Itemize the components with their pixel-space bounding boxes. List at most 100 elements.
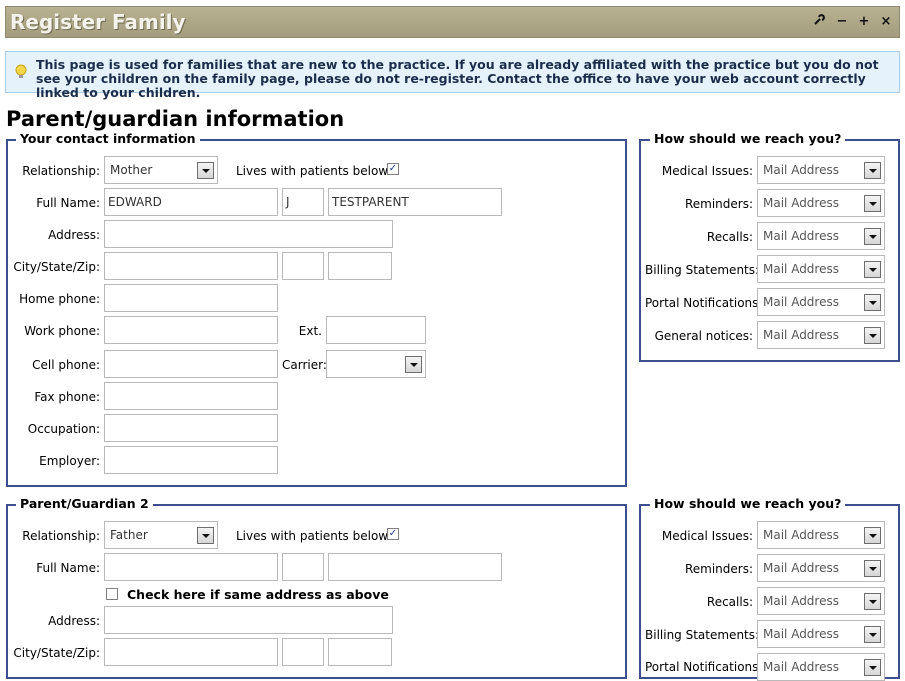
last-name-input-2[interactable] xyxy=(328,553,502,581)
recalls-select-2[interactable]: Mail Address xyxy=(757,587,885,615)
select-value: Mail Address xyxy=(763,262,839,276)
state-input-2[interactable] xyxy=(282,638,324,666)
first-name-input-2[interactable] xyxy=(104,553,278,581)
reach-label: General notices: xyxy=(654,329,753,343)
city-state-zip-label: City/State/Zip: xyxy=(13,260,100,274)
lives-with-label: Lives with patients below? xyxy=(236,164,395,178)
fax-phone-input[interactable] xyxy=(104,382,278,410)
chevron-down-icon[interactable] xyxy=(405,356,422,373)
chevron-down-icon[interactable] xyxy=(864,593,881,610)
reach-label: Recalls: xyxy=(706,230,753,244)
chevron-down-icon[interactable] xyxy=(864,195,881,212)
city-input-2[interactable] xyxy=(104,638,278,666)
employer-input[interactable] xyxy=(104,446,278,474)
ext-input[interactable] xyxy=(326,316,426,344)
chevron-down-icon[interactable] xyxy=(864,560,881,577)
reach-legend-1: How should we reach you? xyxy=(650,132,846,146)
reminders-select[interactable]: Mail Address xyxy=(757,189,885,217)
chevron-down-icon[interactable] xyxy=(197,162,214,179)
notice-text: This page is used for families that are … xyxy=(36,57,879,100)
chevron-down-icon[interactable] xyxy=(864,527,881,544)
city-state-zip-label: City/State/Zip: xyxy=(13,646,100,660)
first-name-input[interactable]: EDWARD xyxy=(104,188,278,216)
relationship-value: Father xyxy=(110,528,148,542)
select-value: Mail Address xyxy=(763,561,839,575)
select-value: Mail Address xyxy=(763,528,839,542)
zip-input[interactable] xyxy=(328,252,392,280)
same-address-checkbox[interactable] xyxy=(106,588,118,600)
reach-label: Recalls: xyxy=(706,595,753,609)
relationship-select-2[interactable]: Father xyxy=(104,521,218,549)
fax-phone-label: Fax phone: xyxy=(34,390,100,404)
select-value: Mail Address xyxy=(763,163,839,177)
reach-label: Portal Notifications: xyxy=(645,660,763,674)
ext-label: Ext. xyxy=(298,324,322,338)
work-phone-label: Work phone: xyxy=(24,324,100,338)
chevron-down-icon[interactable] xyxy=(864,327,881,344)
wrench-icon[interactable] xyxy=(812,14,826,31)
lives-with-checkbox[interactable]: ✓ xyxy=(387,163,399,175)
reach-legend-2: How should we reach you? xyxy=(650,497,846,511)
work-phone-input[interactable] xyxy=(104,316,278,344)
chevron-down-icon[interactable] xyxy=(864,626,881,643)
medical-issues-select[interactable]: Mail Address xyxy=(757,156,885,184)
zip-input-2[interactable] xyxy=(328,638,392,666)
address-input[interactable] xyxy=(104,220,393,248)
reminders-select-2[interactable]: Mail Address xyxy=(757,554,885,582)
carrier-select[interactable] xyxy=(326,350,426,378)
billing-statements-select[interactable]: Mail Address xyxy=(757,255,885,283)
state-input[interactable] xyxy=(282,252,324,280)
home-phone-label: Home phone: xyxy=(19,292,100,306)
chevron-down-icon[interactable] xyxy=(864,659,881,676)
select-value: Mail Address xyxy=(763,594,839,608)
cell-phone-input[interactable] xyxy=(104,350,278,378)
minimize-icon[interactable]: − xyxy=(835,14,849,30)
portal-notifications-select[interactable]: Mail Address xyxy=(757,288,885,316)
relationship-label: Relationship: xyxy=(22,529,100,543)
contact-legend: Your contact information xyxy=(16,132,200,146)
address-label: Address: xyxy=(48,614,100,628)
carrier-label: Carrier: xyxy=(282,358,327,372)
maximize-icon[interactable]: + xyxy=(857,14,871,30)
relationship-select[interactable]: Mother xyxy=(104,156,218,184)
select-value: Mail Address xyxy=(763,295,839,309)
city-input[interactable] xyxy=(104,252,278,280)
window-titlebar: Register Family − + × xyxy=(5,6,900,38)
billing-statements-select-2[interactable]: Mail Address xyxy=(757,620,885,648)
window-title: Register Family xyxy=(10,10,186,34)
reach-label: Billing Statements: xyxy=(645,263,760,277)
medical-issues-select-2[interactable]: Mail Address xyxy=(757,521,885,549)
fullname-label: Full Name: xyxy=(36,196,100,210)
home-phone-input[interactable] xyxy=(104,284,278,312)
reach-label: Reminders: xyxy=(684,562,753,576)
recalls-select[interactable]: Mail Address xyxy=(757,222,885,250)
general-notices-select[interactable]: Mail Address xyxy=(757,321,885,349)
occupation-input[interactable] xyxy=(104,414,278,442)
cell-phone-label: Cell phone: xyxy=(32,358,100,372)
chevron-down-icon[interactable] xyxy=(864,162,881,179)
lives-with-checkbox-2[interactable]: ✓ xyxy=(387,528,399,540)
occupation-label: Occupation: xyxy=(27,422,100,436)
middle-initial-input[interactable]: J xyxy=(282,188,324,216)
relationship-label: Relationship: xyxy=(22,164,100,178)
relationship-value: Mother xyxy=(110,163,153,177)
close-icon[interactable]: × xyxy=(879,14,893,30)
chevron-down-icon[interactable] xyxy=(864,294,881,311)
lives-with-label: Lives with patients below? xyxy=(236,529,395,543)
reach-label: Portal Notifications: xyxy=(645,296,763,310)
select-value: Mail Address xyxy=(763,196,839,210)
reach-label: Reminders: xyxy=(684,197,753,211)
select-value: Mail Address xyxy=(763,328,839,342)
chevron-down-icon[interactable] xyxy=(864,228,881,245)
last-name-input[interactable]: TESTPARENT xyxy=(328,188,502,216)
reach-label: Billing Statements: xyxy=(645,628,760,642)
middle-initial-input-2[interactable] xyxy=(282,553,324,581)
guardian2-legend: Parent/Guardian 2 xyxy=(16,497,153,511)
reach-label: Medical Issues: xyxy=(661,529,753,543)
chevron-down-icon[interactable] xyxy=(197,527,214,544)
employer-label: Employer: xyxy=(39,454,100,468)
portal-notifications-select-2[interactable]: Mail Address xyxy=(757,653,885,681)
chevron-down-icon[interactable] xyxy=(864,261,881,278)
info-notice: This page is used for families that are … xyxy=(5,51,900,100)
address-input-2[interactable] xyxy=(104,606,393,634)
